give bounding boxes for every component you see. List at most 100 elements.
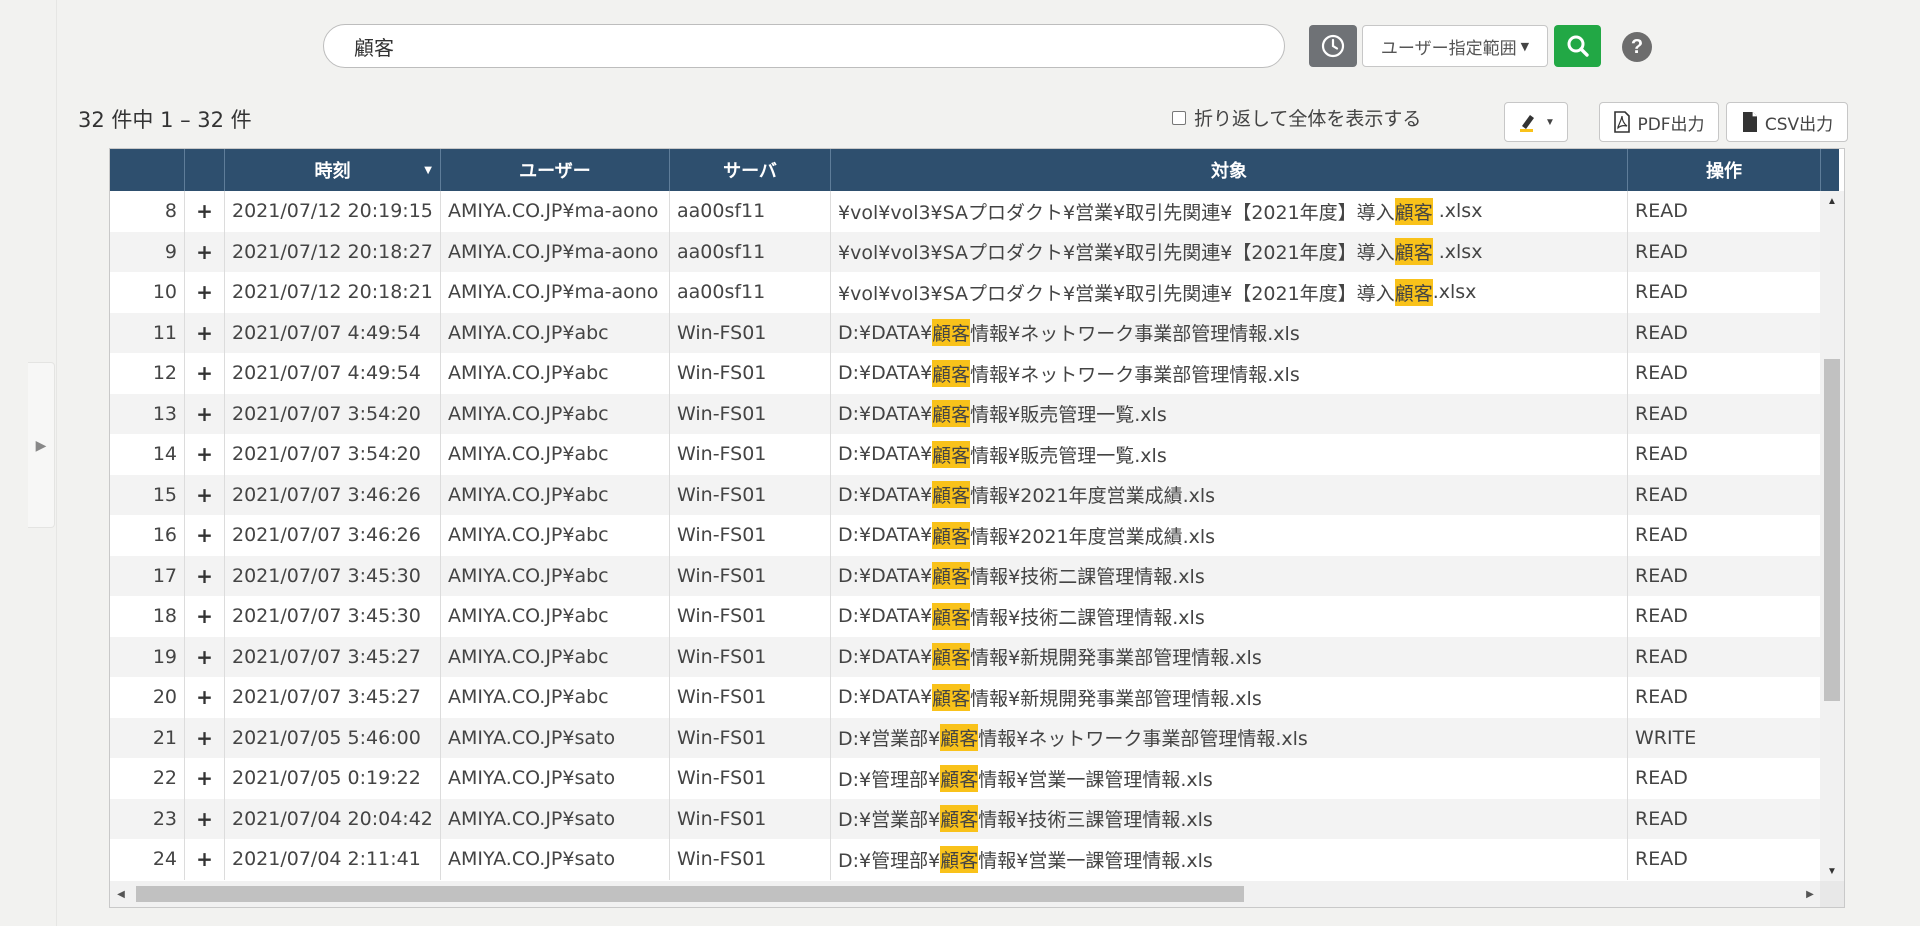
table-row[interactable]: 9 +2021/07/12 20:18:27 AMIYA.CO.JP¥ma-aono… <box>110 231 1821 272</box>
expand-row-button[interactable]: + <box>185 231 225 272</box>
wrap-toggle[interactable]: 折り返して全体を表示する <box>1172 104 1421 131</box>
expand-row-button[interactable]: + <box>185 596 225 637</box>
expand-row-button[interactable]: + <box>185 677 225 718</box>
header-user[interactable]: ユーザー <box>441 149 670 191</box>
search-highlight: 顧客 <box>940 845 979 873</box>
target-text: 情報¥営業一課管理情報.xls <box>978 768 1213 791</box>
vertical-scroll-thumb[interactable] <box>1824 359 1840 701</box>
table-row[interactable]: 13 +2021/07/07 3:54:20 AMIYA.CO.JP¥abc Win-… <box>110 393 1821 434</box>
target-cell: D:¥DATA¥ 顧客 情報¥ネットワーク事業部管理情報.xls <box>831 353 1628 394</box>
csv-export-button[interactable]: CSV出力 <box>1726 102 1848 142</box>
scroll-left-icon[interactable]: ◀ <box>110 881 132 907</box>
history-button[interactable] <box>1309 25 1357 67</box>
expand-row-button[interactable]: + <box>185 474 225 515</box>
row-number: 13 <box>110 393 185 434</box>
expand-row-button[interactable]: + <box>185 393 225 434</box>
target-text: 情報¥販売管理一覧.xls <box>970 444 1167 467</box>
operation-cell: READ <box>1635 645 1688 668</box>
table-row[interactable]: 11 +2021/07/07 4:49:54 AMIYA.CO.JP¥abc Win-… <box>110 312 1821 353</box>
expand-row-button[interactable]: + <box>185 515 225 556</box>
plus-icon: + <box>196 361 213 386</box>
operation-cell: READ <box>1635 281 1688 304</box>
target-cell: ¥vol¥vol3¥SAプロダクト¥営業¥取引先関連¥【2021年度】導入 顧客 … <box>831 231 1628 272</box>
row-number: 23 <box>110 798 185 839</box>
scroll-right-icon[interactable]: ▶ <box>1799 881 1821 907</box>
target-text: D:¥DATA¥ <box>838 686 933 709</box>
scroll-down-icon[interactable]: ▼ <box>1820 861 1844 881</box>
search-button[interactable] <box>1554 25 1601 67</box>
expand-row-button[interactable]: + <box>185 191 225 232</box>
table-row[interactable]: 22 +2021/07/05 0:19:22 AMIYA.CO.JP¥sato Win… <box>110 758 1821 799</box>
user-cell: AMIYA.CO.JP¥sato <box>441 758 670 799</box>
header-time[interactable]: 時刻 ▼ <box>225 149 441 191</box>
header-server[interactable]: サーバ <box>670 149 831 191</box>
table-row[interactable]: 24 +2021/07/04 2:11:41 AMIYA.CO.JP¥sato Win… <box>110 839 1821 880</box>
user-cell: AMIYA.CO.JP¥ma-aono <box>441 191 670 232</box>
target-text: D:¥DATA¥ <box>838 605 933 628</box>
user-cell: AMIYA.CO.JP¥ma-aono <box>441 272 670 313</box>
csv-export-label: CSV出力 <box>1764 114 1834 135</box>
search-input[interactable] <box>352 33 1256 59</box>
target-text: D:¥DATA¥ <box>838 483 933 506</box>
time-cell: 2021/07/05 5:46:00 <box>225 717 441 758</box>
csv-file-icon <box>1742 112 1757 132</box>
pdf-export-button[interactable]: PDF出力 <box>1599 102 1719 142</box>
expand-row-button[interactable]: + <box>185 636 225 677</box>
vertical-scrollbar[interactable]: ▲ ▼ <box>1820 191 1844 881</box>
header-operation[interactable]: 操作 <box>1628 149 1821 191</box>
expand-row-button[interactable]: + <box>185 717 225 758</box>
server-cell: aa00sf11 <box>670 191 831 232</box>
user-cell: AMIYA.CO.JP¥sato <box>441 717 670 758</box>
target-cell: D:¥DATA¥ 顧客 情報¥技術二課管理情報.xls <box>831 596 1628 637</box>
user-cell: AMIYA.CO.JP¥abc <box>441 353 670 394</box>
expand-row-button[interactable]: + <box>185 353 225 394</box>
row-number: 20 <box>110 677 185 718</box>
highlight-menu-button[interactable]: ▼ <box>1504 102 1568 142</box>
scrollbar-corner <box>1820 881 1844 907</box>
target-text: D:¥DATA¥ <box>838 321 933 344</box>
target-text: .xlsx <box>1432 240 1483 263</box>
horizontal-scrollbar[interactable]: ◀ ▶ <box>110 881 1821 907</box>
expand-row-button[interactable]: + <box>185 758 225 799</box>
scroll-up-icon[interactable]: ▲ <box>1820 191 1844 211</box>
table-row[interactable]: 12 +2021/07/07 4:49:54 AMIYA.CO.JP¥abc Win-… <box>110 353 1821 394</box>
plus-icon: + <box>196 604 213 629</box>
expand-row-button[interactable]: + <box>185 434 225 475</box>
sort-desc-icon[interactable]: ▼ <box>424 165 432 176</box>
expand-row-button[interactable]: + <box>185 555 225 596</box>
help-button[interactable]: ? <box>1622 32 1652 62</box>
target-text: D:¥DATA¥ <box>838 402 933 425</box>
target-cell: D:¥DATA¥ 顧客 情報¥新規開発事業部管理情報.xls <box>831 677 1628 718</box>
table-row[interactable]: 21 +2021/07/05 5:46:00 AMIYA.CO.JP¥sato Win… <box>110 717 1821 758</box>
expand-row-button[interactable]: + <box>185 839 225 880</box>
table-row[interactable]: 18 +2021/07/07 3:45:30 AMIYA.CO.JP¥abc Win-… <box>110 596 1821 637</box>
target-text: D:¥DATA¥ <box>838 645 933 668</box>
target-text: D:¥DATA¥ <box>838 362 933 385</box>
range-dropdown[interactable]: ユーザー指定範囲 ▼ <box>1362 25 1548 67</box>
table-row[interactable]: 8 +2021/07/12 20:19:15 AMIYA.CO.JP¥ma-aono… <box>110 191 1821 232</box>
expand-row-button[interactable]: + <box>185 272 225 313</box>
expand-row-button[interactable]: + <box>185 312 225 353</box>
header-target[interactable]: 対象 <box>831 149 1628 191</box>
plus-icon: + <box>196 685 213 710</box>
sidebar-expand-toggle[interactable]: ▶ <box>28 362 55 528</box>
table-row[interactable]: 15 +2021/07/07 3:46:26 AMIYA.CO.JP¥abc Win-… <box>110 474 1821 515</box>
table-row[interactable]: 23 +2021/07/04 20:04:42 AMIYA.CO.JP¥sato Wi… <box>110 798 1821 839</box>
table-row[interactable]: 20 +2021/07/07 3:45:27 AMIYA.CO.JP¥abc Win-… <box>110 677 1821 718</box>
wrap-checkbox[interactable] <box>1172 110 1186 125</box>
server-cell: Win-FS01 <box>670 636 831 677</box>
expand-row-button[interactable]: + <box>185 798 225 839</box>
operation-cell: READ <box>1635 848 1688 871</box>
server-cell: aa00sf11 <box>670 231 831 272</box>
table-header: 時刻 ▼ ユーザー サーバ 対象 操作 <box>110 149 1839 191</box>
table-row[interactable]: 14 +2021/07/07 3:54:20 AMIYA.CO.JP¥abc Win-… <box>110 434 1821 475</box>
plus-icon: + <box>196 199 213 224</box>
table-row[interactable]: 10 +2021/07/12 20:18:21 AMIYA.CO.JP¥ma-aon… <box>110 272 1821 313</box>
horizontal-scroll-thumb[interactable] <box>136 886 1244 902</box>
search-bar[interactable] <box>323 24 1285 68</box>
server-cell: Win-FS01 <box>670 596 831 637</box>
operation-cell: READ <box>1635 321 1688 344</box>
table-row[interactable]: 16 +2021/07/07 3:46:26 AMIYA.CO.JP¥abc Win-… <box>110 515 1821 556</box>
table-row[interactable]: 17 +2021/07/07 3:45:30 AMIYA.CO.JP¥abc Win-… <box>110 555 1821 596</box>
table-row[interactable]: 19 +2021/07/07 3:45:27 AMIYA.CO.JP¥abc Win-… <box>110 636 1821 677</box>
